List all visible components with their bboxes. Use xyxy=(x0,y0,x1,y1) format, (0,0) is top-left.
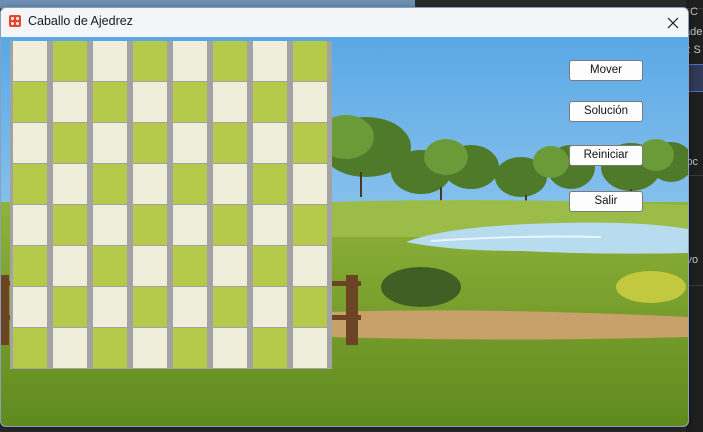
chess-board[interactable] xyxy=(10,41,332,369)
board-square[interactable] xyxy=(13,41,47,81)
board-square[interactable] xyxy=(253,205,287,245)
mover-button[interactable]: Mover xyxy=(569,60,643,81)
board-square[interactable] xyxy=(93,287,127,327)
board-square[interactable] xyxy=(93,123,127,163)
board-square[interactable] xyxy=(213,41,247,81)
app-window: Caballo de Ajedrez Mover Solución Reinic… xyxy=(0,7,689,427)
board-square[interactable] xyxy=(133,82,167,122)
board-square[interactable] xyxy=(93,164,127,204)
board-square[interactable] xyxy=(293,82,327,122)
client-area: Mover Solución Reiniciar Salir xyxy=(1,37,688,426)
board-square[interactable] xyxy=(53,123,87,163)
board-square[interactable] xyxy=(253,287,287,327)
board-square[interactable] xyxy=(173,246,207,286)
board-square[interactable] xyxy=(133,205,167,245)
board-square[interactable] xyxy=(53,82,87,122)
board-square[interactable] xyxy=(173,82,207,122)
board-square[interactable] xyxy=(213,82,247,122)
board-square[interactable] xyxy=(173,328,207,368)
board-square[interactable] xyxy=(293,164,327,204)
board-square[interactable] xyxy=(13,123,47,163)
board-square[interactable] xyxy=(293,287,327,327)
board-square[interactable] xyxy=(173,164,207,204)
board-square[interactable] xyxy=(133,246,167,286)
close-button[interactable] xyxy=(658,8,688,37)
board-square[interactable] xyxy=(213,205,247,245)
board-square[interactable] xyxy=(53,164,87,204)
board-square[interactable] xyxy=(13,164,47,204)
board-square[interactable] xyxy=(173,287,207,327)
board-square[interactable] xyxy=(53,328,87,368)
board-square[interactable] xyxy=(133,328,167,368)
board-square[interactable] xyxy=(253,246,287,286)
close-icon xyxy=(667,17,679,28)
board-square[interactable] xyxy=(293,123,327,163)
board-square[interactable] xyxy=(293,41,327,81)
bg-text-1: C xyxy=(690,6,698,18)
board-square[interactable] xyxy=(133,164,167,204)
board-square[interactable] xyxy=(13,287,47,327)
board-square[interactable] xyxy=(93,41,127,81)
board-square[interactable] xyxy=(293,205,327,245)
board-square[interactable] xyxy=(213,328,247,368)
board-square[interactable] xyxy=(253,82,287,122)
board-square[interactable] xyxy=(93,246,127,286)
board-square[interactable] xyxy=(173,41,207,81)
board-square[interactable] xyxy=(93,328,127,368)
board-square[interactable] xyxy=(53,246,87,286)
solucion-button[interactable]: Solución xyxy=(569,101,643,122)
bg-toolbar-button xyxy=(688,64,703,92)
board-square[interactable] xyxy=(213,246,247,286)
board-square[interactable] xyxy=(13,205,47,245)
board-square[interactable] xyxy=(93,205,127,245)
title-bar[interactable]: Caballo de Ajedrez xyxy=(1,8,688,37)
board-square[interactable] xyxy=(213,123,247,163)
board-square[interactable] xyxy=(253,328,287,368)
board-square[interactable] xyxy=(13,246,47,286)
board-square[interactable] xyxy=(173,123,207,163)
board-square[interactable] xyxy=(13,328,47,368)
board-square[interactable] xyxy=(213,164,247,204)
board-square[interactable] xyxy=(133,287,167,327)
board-square[interactable] xyxy=(53,287,87,327)
board-square[interactable] xyxy=(213,287,247,327)
board-square[interactable] xyxy=(293,246,327,286)
board-square[interactable] xyxy=(293,328,327,368)
board-square[interactable] xyxy=(133,41,167,81)
board-square[interactable] xyxy=(93,82,127,122)
board-square[interactable] xyxy=(253,123,287,163)
board-square[interactable] xyxy=(173,205,207,245)
board-square[interactable] xyxy=(253,41,287,81)
reiniciar-button[interactable]: Reiniciar xyxy=(569,145,643,166)
board-square[interactable] xyxy=(13,82,47,122)
salir-button[interactable]: Salir xyxy=(569,191,643,212)
board-square[interactable] xyxy=(133,123,167,163)
dice-icon xyxy=(9,15,21,27)
board-square[interactable] xyxy=(253,164,287,204)
board-square[interactable] xyxy=(53,41,87,81)
window-title: Caballo de Ajedrez xyxy=(28,14,133,28)
board-square[interactable] xyxy=(53,205,87,245)
